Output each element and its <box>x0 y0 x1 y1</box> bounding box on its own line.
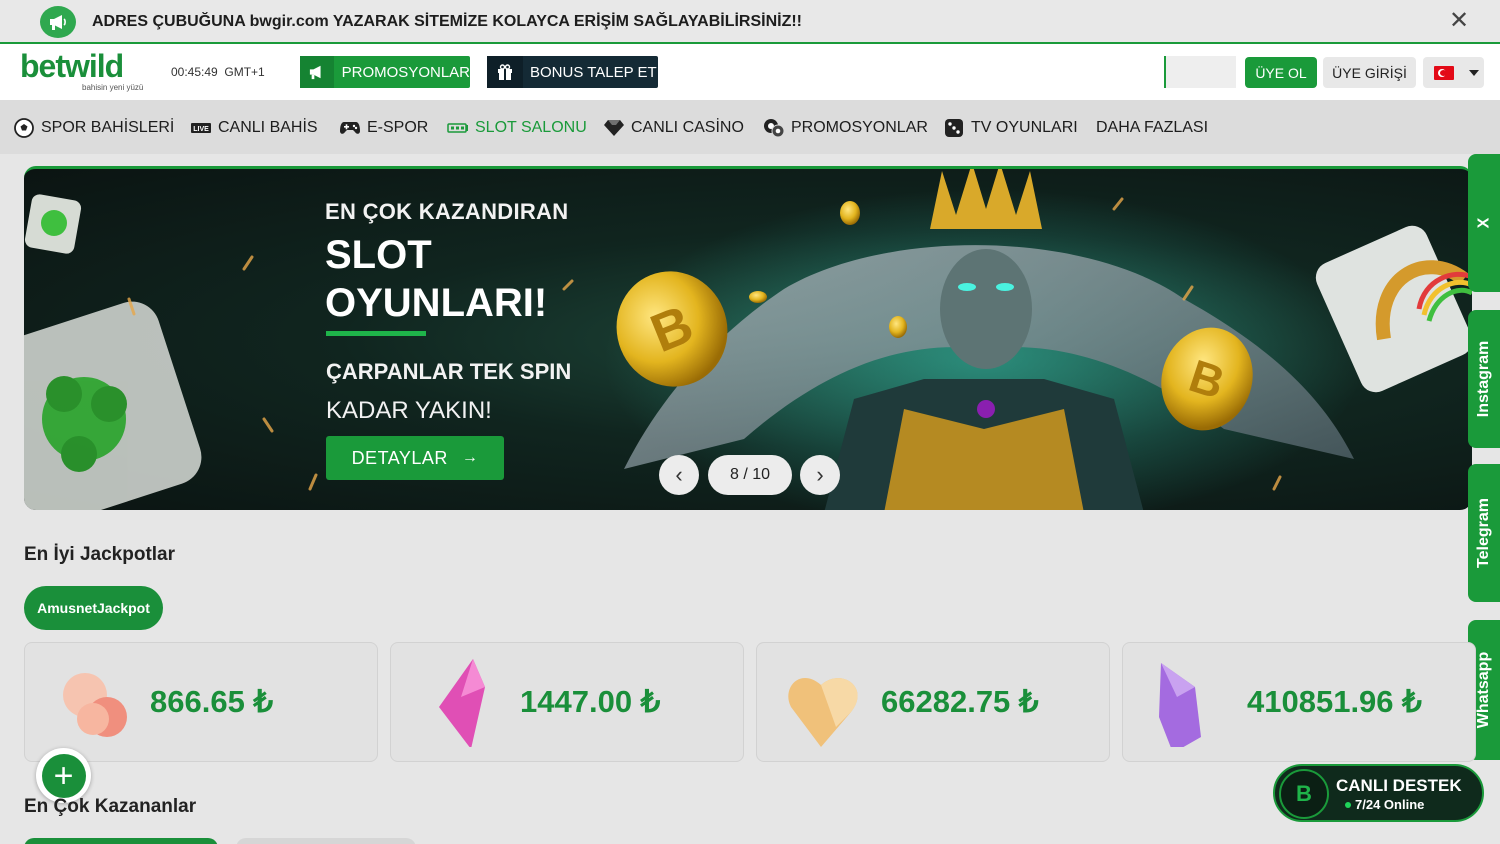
slot-icon <box>447 118 469 138</box>
soccer-ball-icon <box>13 118 35 138</box>
bonus-request-button[interactable]: BONUS TALEP ET <box>487 56 658 88</box>
live-icon: LIVE <box>190 118 212 138</box>
logo-tagline: bahisin yeni yüzü <box>82 83 144 92</box>
logo[interactable]: betwild bahisin yeni yüzü <box>20 50 150 94</box>
headset-logo-icon: B <box>1279 769 1329 819</box>
clock-time: 00:45:49 <box>171 65 218 79</box>
login-button[interactable]: ÜYE GİRİŞİ <box>1323 57 1416 88</box>
social-close-label: X <box>1474 217 1492 229</box>
clock: 00:45:49 GMT+1 <box>171 65 265 79</box>
banner-details-label: DETAYLAR <box>351 447 448 468</box>
promotions-button[interactable]: PROMOSYONLAR <box>300 56 470 88</box>
nav-label: TV OYUNLARI <box>971 119 1078 136</box>
language-selector[interactable] <box>1423 57 1484 88</box>
nav-slot-hall[interactable]: SLOT SALONU <box>447 117 587 139</box>
instagram-label: Instagram <box>1475 340 1492 418</box>
bonus-request-label: BONUS TALEP ET <box>530 63 657 81</box>
jackpot-card[interactable]: 1447.00 ₺ <box>390 642 744 762</box>
nav-live-betting[interactable]: LIVE CANLI BAHİS <box>190 117 318 139</box>
jackpot-amount: 410851.96 ₺ <box>1247 684 1422 719</box>
instagram-tab[interactable]: Instagram <box>1468 310 1500 448</box>
notice-url: bwgir.com <box>249 13 329 30</box>
jackpot-amount: 866.65 ₺ <box>150 684 274 719</box>
telegram-label: Telegram <box>1475 498 1493 568</box>
banner-prev-button[interactable]: ‹ <box>659 455 699 495</box>
live-support-title: CANLI DESTEK <box>1336 776 1462 795</box>
chevron-down-icon <box>1469 69 1479 76</box>
jackpots-title: En İyi Jackpotlar <box>24 544 176 565</box>
site-header: betwild bahisin yeni yüzü 00:45:49 GMT+1… <box>0 44 1500 100</box>
jackpot-amount: 1447.00 ₺ <box>520 684 661 719</box>
nav-label: PROMOSYONLAR <box>791 119 928 136</box>
live-support-status: 7/24 Online <box>1355 797 1425 812</box>
winners-tab-active[interactable] <box>24 838 218 844</box>
turkey-flag-icon <box>1434 65 1454 80</box>
notice-text-before: ADRES ÇUBUĞUNA <box>92 13 246 30</box>
nav-live-casino[interactable]: CANLI CASİNO <box>603 117 744 139</box>
nav-label: CANLI CASİNO <box>631 119 744 136</box>
live-support-button[interactable]: B CANLI DESTEK 7/24 Online <box>1273 764 1484 822</box>
whatsapp-label: Whatsapp <box>1475 651 1493 729</box>
jackpot-card[interactable]: 66282.75 ₺ <box>756 642 1110 762</box>
dice-icon <box>943 118 965 138</box>
top-winners-title: En Çok Kazananlar <box>24 796 197 817</box>
banner-details-button[interactable]: DETAYLAR → <box>326 436 504 480</box>
nav-label: E-SPOR <box>367 119 429 136</box>
add-fab-button[interactable]: + <box>36 748 91 803</box>
banner-title-line2: OYUNLARI! <box>325 281 548 325</box>
megaphone-icon <box>300 56 334 88</box>
jackpot-provider-tab[interactable]: AmusnetJackpot <box>24 586 163 630</box>
register-button[interactable]: ÜYE OL <box>1245 57 1317 88</box>
gift-icon <box>487 56 523 88</box>
promotions-button-label: PROMOSYONLAR <box>341 63 470 81</box>
nav-label: SLOT SALONU <box>475 119 587 136</box>
pink-crystal-gem-icon <box>439 659 485 747</box>
nav-tv-games[interactable]: TV OYUNLARI <box>943 117 1078 139</box>
nav-promotions[interactable]: PROMOSYONLAR <box>763 117 928 139</box>
banner-eyebrow: EN ÇOK KAZANDIRAN <box>325 199 569 224</box>
address-notice-bar: ADRES ÇUBUĞUNA bwgir.com YAZARAK SİTEMİZ… <box>0 0 1500 44</box>
arrow-right-icon: → <box>461 449 479 466</box>
banner-slide-counter: 8 / 10 <box>708 455 792 495</box>
banner-subtitle-line1: ÇARPANLAR TEK SPIN <box>326 359 572 384</box>
megaphone-icon <box>40 6 76 38</box>
notice-message: ADRES ÇUBUĞUNA bwgir.com YAZARAK SİTEMİZ… <box>92 13 802 31</box>
jackpot-card[interactable]: 866.65 ₺ <box>24 642 378 762</box>
jackpot-card[interactable]: 410851.96 ₺ <box>1122 642 1476 762</box>
social-close-tab[interactable]: X <box>1468 154 1500 292</box>
gamepad-icon <box>339 118 361 138</box>
hero-banner[interactable]: B B EN ÇOK KAZANDIRAN SLOT OYUNLARI! ÇAR… <box>24 166 1472 510</box>
clock-timezone: GMT+1 <box>224 65 265 79</box>
nav-label: SPOR BAHİSLERİ <box>41 119 175 136</box>
svg-text:B: B <box>1183 349 1231 409</box>
online-status-dot <box>1345 802 1351 808</box>
diamond-icon <box>603 118 625 138</box>
svg-text:B: B <box>643 294 702 364</box>
banner-subtitle-line2: KADAR YAKIN! <box>326 397 492 424</box>
svg-text:LIVE: LIVE <box>193 126 209 133</box>
purple-crystal-gem-icon <box>1159 663 1201 747</box>
nav-label: DAHA FAZLASI <box>1096 119 1209 136</box>
banner-next-button[interactable]: › <box>800 455 840 495</box>
header-placeholder-box <box>1164 56 1236 88</box>
winners-tab[interactable] <box>236 838 416 844</box>
chips-icon <box>763 118 785 138</box>
jackpot-amount: 66282.75 ₺ <box>881 684 1039 719</box>
gold-heart-gem-icon <box>788 677 858 747</box>
logo-text: betwild <box>20 48 124 84</box>
banner-title-line1: SLOT <box>325 233 432 277</box>
main-nav: SPOR BAHİSLERİ LIVE CANLI BAHİS E-SPOR S… <box>0 100 1500 154</box>
nav-label: CANLI BAHİS <box>218 119 318 136</box>
banner-underline <box>326 331 426 336</box>
notice-text-after: YAZARAK SİTEMİZE KOLAYCA ERİŞİM SAĞLAYAB… <box>332 13 803 30</box>
telegram-tab[interactable]: Telegram <box>1468 464 1500 602</box>
nav-sports-betting[interactable]: SPOR BAHİSLERİ <box>13 117 174 139</box>
plus-icon: + <box>41 753 86 798</box>
hearts-gem-icon <box>63 673 127 737</box>
nav-more[interactable]: DAHA FAZLASI <box>1096 117 1208 139</box>
nav-esports[interactable]: E-SPOR <box>339 117 428 139</box>
close-icon[interactable]: ✕ <box>1448 9 1470 33</box>
